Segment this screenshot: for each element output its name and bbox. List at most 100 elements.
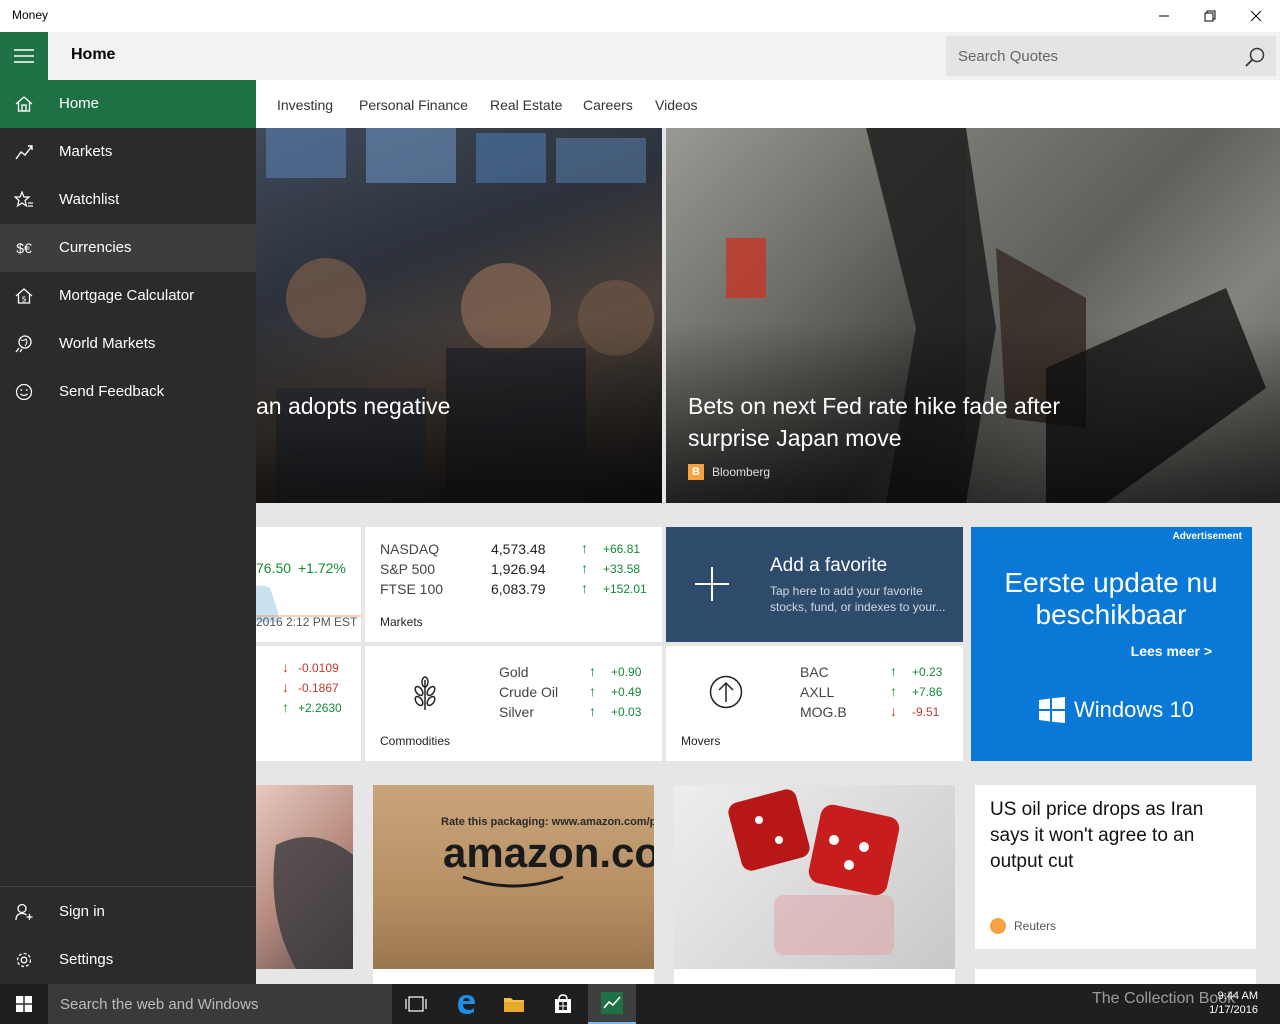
news-card-title: US oil price drops as Iran says it won't… <box>990 799 1204 872</box>
hero-headline: an adopts negative <box>256 393 451 419</box>
market-value: 6,083.79 <box>491 581 546 597</box>
down-arrow-icon: ↓ <box>282 659 289 675</box>
reuters-logo-icon <box>990 918 1006 934</box>
sidebar-item-send-feedback[interactable]: Send Feedback <box>0 368 256 416</box>
sidebar-divider <box>0 886 256 887</box>
advertisement-tile[interactable]: Advertisement Eerste update nu beschikba… <box>971 527 1252 761</box>
restore-button[interactable] <box>1187 0 1233 32</box>
category-tabs: Investing Personal Finance Real Estate C… <box>256 80 1280 128</box>
sidebar-item-home[interactable]: Home <box>0 80 256 128</box>
sidebar-item-label: Home <box>59 95 100 112</box>
sidebar-item-label: Markets <box>59 143 113 160</box>
hero-story-1[interactable]: an adopts negative <box>256 128 662 503</box>
up-arrow-icon: ↑ <box>581 580 588 596</box>
tab-videos[interactable]: Videos <box>655 97 698 113</box>
sidebar-item-settings[interactable]: Settings <box>0 936 256 984</box>
task-view-icon <box>405 996 427 1012</box>
store-button[interactable] <box>539 984 587 1024</box>
amazon-smile-icon <box>462 875 564 888</box>
news-card-next[interactable] <box>373 969 654 984</box>
commodity-name: Crude Oil <box>499 684 559 700</box>
money-app-button[interactable] <box>588 984 636 1024</box>
add-favorite-tile[interactable]: Add a favorite Tap here to add your favo… <box>666 527 963 642</box>
mover-change: +0.23 <box>912 665 943 679</box>
currency-change: +2.2630 <box>298 701 342 715</box>
wheat-icon <box>414 676 436 710</box>
up-arrow-icon: ↑ <box>581 560 588 576</box>
close-button[interactable] <box>1233 0 1279 32</box>
up-arrow-icon: ↑ <box>282 699 289 715</box>
sidebar-item-sign-in[interactable]: Sign in <box>0 888 256 936</box>
commodities-tile[interactable]: Gold ↑ +0.90 Crude Oil ↑ +0.49 Silver ↑ … <box>365 646 662 761</box>
money-app-icon <box>601 992 623 1014</box>
search-box[interactable] <box>946 36 1276 76</box>
markets-tile[interactable]: NASDAQ 4,573.48 ↑ +66.81 S&P 500 1,926.9… <box>365 527 662 642</box>
window-title: Money <box>12 8 49 22</box>
market-change: +152.01 <box>603 582 647 596</box>
clock-date: 1/17/2016 <box>1209 1004 1258 1016</box>
news-story-image[interactable] <box>256 785 353 969</box>
sidebar-item-label: Watchlist <box>59 191 120 208</box>
currencies-tile-partial[interactable]: ↓ -0.0109 ↓ -0.1867 ↑ +2.2630 <box>256 646 361 761</box>
quote-value: 76.50 <box>256 560 292 576</box>
task-view-button[interactable] <box>392 984 440 1024</box>
close-icon <box>1250 10 1262 22</box>
ad-cta-link[interactable]: Lees meer > <box>1131 643 1212 659</box>
star-list-icon <box>14 190 34 210</box>
home-icon <box>14 94 34 114</box>
hero-story-2[interactable]: Bets on next Fed rate hike fade after su… <box>666 128 1280 503</box>
taskbar-search[interactable] <box>48 984 392 1024</box>
store-bag-icon <box>555 994 571 1013</box>
currency-change: -0.0109 <box>298 661 339 675</box>
news-story-amazon[interactable]: Rate this packaging: www.amazon.com/pa a… <box>373 785 654 969</box>
sidebar-item-mortgage-calculator[interactable]: $ Mortgage Calculator <box>0 272 256 320</box>
gear-icon <box>14 950 34 970</box>
quote-tile-partial[interactable]: 76.50 +1.72% 2016 2:12 PM EST <box>256 527 361 642</box>
hero-headline: Bets on next Fed rate hike fade after su… <box>688 393 1061 451</box>
sidebar-item-watchlist[interactable]: Watchlist <box>0 176 256 224</box>
mover-symbol: BAC <box>800 664 829 680</box>
start-button[interactable] <box>0 984 48 1024</box>
minimize-button[interactable] <box>1141 0 1187 32</box>
favorite-subtitle: Tap here to add your favorite stocks, fu… <box>770 584 946 614</box>
movers-label: Movers <box>681 734 721 748</box>
tab-careers[interactable]: Careers <box>583 97 633 113</box>
taskbar-clock[interactable]: 9:44 AM 1/17/2016 <box>1209 989 1258 1017</box>
globe-icon <box>14 334 34 354</box>
mover-symbol: MOG.B <box>800 704 847 720</box>
news-photo <box>273 837 353 969</box>
hamburger-button[interactable] <box>0 32 48 80</box>
market-name: S&P 500 <box>380 561 436 577</box>
search-quotes-input[interactable] <box>946 36 1236 76</box>
commodities-label: Commodities <box>380 734 451 748</box>
market-value: 4,573.48 <box>491 541 546 557</box>
news-card-oil[interactable]: US oil price drops as Iran says it won't… <box>975 785 1256 949</box>
file-explorer-button[interactable] <box>490 984 538 1024</box>
edge-icon <box>458 995 475 1014</box>
sidebar-item-world-markets[interactable]: World Markets <box>0 320 256 368</box>
commodity-change: +0.90 <box>611 665 642 679</box>
sidebar-item-markets[interactable]: Markets <box>0 128 256 176</box>
minimize-icon <box>1159 15 1169 17</box>
taskbar-search-input[interactable] <box>48 984 392 1024</box>
sidebar-item-currencies[interactable]: $€ Currencies <box>0 224 256 272</box>
news-story-dice[interactable] <box>674 785 955 969</box>
tab-real-estate[interactable]: Real Estate <box>490 97 562 113</box>
down-arrow-icon: ↓ <box>282 679 289 695</box>
news-card-next[interactable] <box>975 969 1256 984</box>
up-arrow-icon: ↑ <box>890 683 897 699</box>
tab-personal-finance[interactable]: Personal Finance <box>359 97 468 113</box>
edge-browser-button[interactable] <box>442 984 490 1024</box>
hero-source-name: Bloomberg <box>712 465 771 479</box>
market-value: 1,926.94 <box>491 561 546 577</box>
search-icon[interactable] <box>1244 46 1266 68</box>
restore-icon <box>1204 10 1216 22</box>
mover-change: -9.51 <box>912 705 940 719</box>
commodity-change: +0.49 <box>611 685 642 699</box>
chart-icon <box>14 142 34 162</box>
content-area: an adopts negative Bets on next Fed rate… <box>256 128 1280 984</box>
movers-tile[interactable]: BAC ↑ +0.23 AXLL ↑ +7.86 MOG.B ↓ -9.51 M… <box>666 646 963 761</box>
person-add-icon <box>14 902 34 922</box>
tab-investing[interactable]: Investing <box>277 97 333 113</box>
news-card-next[interactable] <box>674 969 955 984</box>
